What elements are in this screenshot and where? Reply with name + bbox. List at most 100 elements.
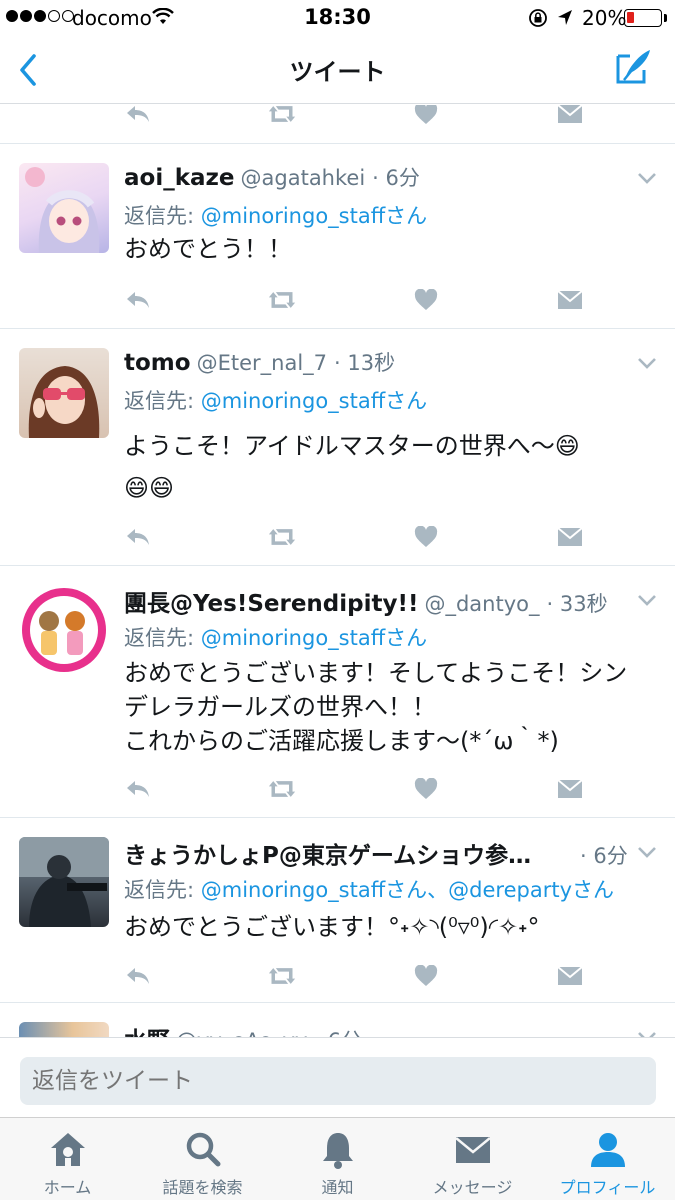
tweet-actions (124, 522, 584, 552)
chevron-down-icon[interactable] (636, 170, 658, 186)
battery-tip (664, 14, 667, 22)
envelope-icon (454, 1137, 491, 1163)
tweet-header: aoi_kaze @agatahkei · 6分 (124, 162, 420, 192)
direct-message-icon[interactable] (556, 523, 584, 551)
chevron-down-icon[interactable] (636, 844, 658, 860)
location-arrow-icon (558, 10, 572, 25)
reply-to-link[interactable]: @minoringo_staffさん (201, 389, 427, 413)
tweet-author-name[interactable]: aoi_kaze (124, 165, 235, 191)
tweet-time: · 6分 (580, 844, 628, 868)
tweet-item[interactable]: 團長@Yes!Serendipity!! @_dantyo_ · 33秒 返信先:… (0, 565, 675, 817)
retweet-icon[interactable] (268, 105, 296, 128)
page-title: ツイート (289, 58, 386, 86)
tab-bar: ホーム 話題を検索 通知 メッセージ プロフィール (0, 1117, 675, 1200)
tab-label: ホーム (43, 1178, 92, 1197)
tweet-item[interactable]: aoi_kaze @agatahkei · 6分 返信先: @minoringo_… (0, 143, 675, 328)
nav-bar: ツイート (0, 36, 675, 104)
avatar[interactable] (19, 163, 109, 253)
tweet-header: 團長@Yes!Serendipity!! @_dantyo_ · 33秒 (124, 584, 608, 618)
avatar[interactable] (19, 348, 109, 438)
reply-to-label: 返信先: (124, 389, 201, 413)
tweet-item[interactable]: tomo @Eter_nal_7 · 13秒 返信先: @minoringo_st… (0, 328, 675, 565)
reply-icon[interactable] (124, 286, 152, 314)
reply-to-link[interactable]: @minoringo_staffさん (201, 204, 427, 228)
tweet-time: · 6分 (372, 166, 420, 190)
tweet-actions (124, 774, 584, 804)
tweet-time: · 13秒 (334, 351, 396, 375)
reply-icon[interactable] (124, 105, 152, 128)
retweet-icon[interactable] (268, 962, 296, 990)
tweet-author-name[interactable]: きょうかしょP@東京ゲームショウ参… (124, 843, 531, 869)
tweet-time: · 6分 (314, 1029, 362, 1037)
like-icon[interactable] (412, 286, 440, 314)
reply-to-line: 返信先: @minoringo_staffさん (124, 200, 427, 230)
retweet-icon[interactable] (268, 523, 296, 551)
direct-message-icon[interactable] (556, 775, 584, 803)
reply-icon[interactable] (124, 523, 152, 551)
tab-home[interactable]: ホーム (0, 1118, 135, 1200)
tweet-text: おめでとうございます！そしてようこそ！シンデレラガールズの世界へ！！ これからの… (124, 659, 628, 755)
reply-to-line: 返信先: @minoringo_staffさん (124, 622, 427, 652)
tweet-header: きょうかしょP@東京ゲームショウ参… (124, 836, 537, 870)
tweet-text: おめでとう！！ (124, 235, 292, 263)
avatar[interactable] (19, 837, 109, 927)
reply-to-line: 返信先: @minoringo_staffさん (124, 385, 427, 415)
tweet-author-handle[interactable]: @agatahkei (241, 166, 366, 190)
rotation-lock-icon (529, 9, 547, 27)
tweet-actions (124, 961, 584, 991)
tweet-author-handle[interactable]: @yy_oAo_yy (176, 1029, 307, 1037)
tweet-author-name[interactable]: 水野 (124, 1028, 170, 1037)
reply-to-label: 返信先: (124, 626, 201, 650)
like-icon[interactable] (412, 775, 440, 803)
like-icon[interactable] (412, 105, 440, 128)
tweet-item[interactable]: きょうかしょP@東京ゲームショウ参… · 6分 返信先: @minoringo_… (0, 817, 675, 1002)
search-icon (186, 1132, 220, 1167)
status-bar: docomo 18:30 20% (0, 0, 675, 36)
battery-percent: 20% (582, 6, 627, 30)
tweet-header: tomo @Eter_nal_7 · 13秒 (124, 347, 395, 377)
home-icon (50, 1133, 85, 1166)
avatar[interactable] (19, 585, 109, 675)
reply-to-label: 返信先: (124, 878, 201, 902)
reply-composer (0, 1037, 675, 1117)
tab-messages[interactable]: メッセージ (405, 1118, 540, 1200)
avatar[interactable] (19, 1022, 109, 1037)
tweet-header: 水野 @yy_oAo_yy · 6分 (124, 1021, 362, 1037)
reply-to-link[interactable]: @minoringo_staffさん、@derepartyさん (201, 878, 614, 902)
tab-profile[interactable]: プロフィール (540, 1118, 675, 1200)
like-icon[interactable] (412, 962, 440, 990)
chevron-down-icon[interactable] (636, 592, 658, 608)
direct-message-icon[interactable] (556, 286, 584, 314)
tab-label: 通知 (321, 1178, 354, 1197)
chevron-down-icon[interactable] (636, 1029, 658, 1037)
tweet-author-name[interactable]: 團長@Yes!Serendipity!! (124, 591, 418, 617)
reply-to-link[interactable]: @minoringo_staffさん (201, 626, 427, 650)
reply-icon[interactable] (124, 775, 152, 803)
tab-notifications[interactable]: 通知 (270, 1118, 405, 1200)
battery-icon (624, 9, 662, 27)
profile-icon (590, 1133, 625, 1167)
tweet-timeline[interactable]: aoi_kaze @agatahkei · 6分 返信先: @minoringo_… (0, 105, 675, 1037)
tweet-time: · 33秒 (546, 592, 608, 616)
tweet-author-handle[interactable]: @_dantyo_ (424, 592, 539, 616)
tweet-actions (124, 105, 584, 129)
bell-icon (322, 1133, 353, 1169)
tweet-author-handle[interactable]: @Eter_nal_7 (197, 351, 327, 375)
compose-tweet-icon[interactable] (612, 46, 656, 90)
reply-to-label: 返信先: (124, 204, 201, 228)
reply-icon[interactable] (124, 962, 152, 990)
tweet-author-name[interactable]: tomo (124, 350, 191, 376)
tweet-actions (124, 285, 584, 315)
retweet-icon[interactable] (268, 775, 296, 803)
direct-message-icon[interactable] (556, 105, 584, 128)
reply-to-line: 返信先: @minoringo_staffさん、@derepartyさん (124, 874, 614, 904)
tab-search[interactable]: 話題を検索 (135, 1118, 270, 1200)
tweet-text: ようこそ！アイドルマスターの世界へ〜😄 😄😄 (124, 432, 580, 502)
tab-label: プロフィール (559, 1178, 656, 1197)
direct-message-icon[interactable] (556, 962, 584, 990)
chevron-down-icon[interactable] (636, 355, 658, 371)
reply-input[interactable] (20, 1057, 656, 1105)
retweet-icon[interactable] (268, 286, 296, 314)
tweet-item[interactable]: 水野 @yy_oAo_yy · 6分 (0, 1002, 675, 1037)
like-icon[interactable] (412, 523, 440, 551)
